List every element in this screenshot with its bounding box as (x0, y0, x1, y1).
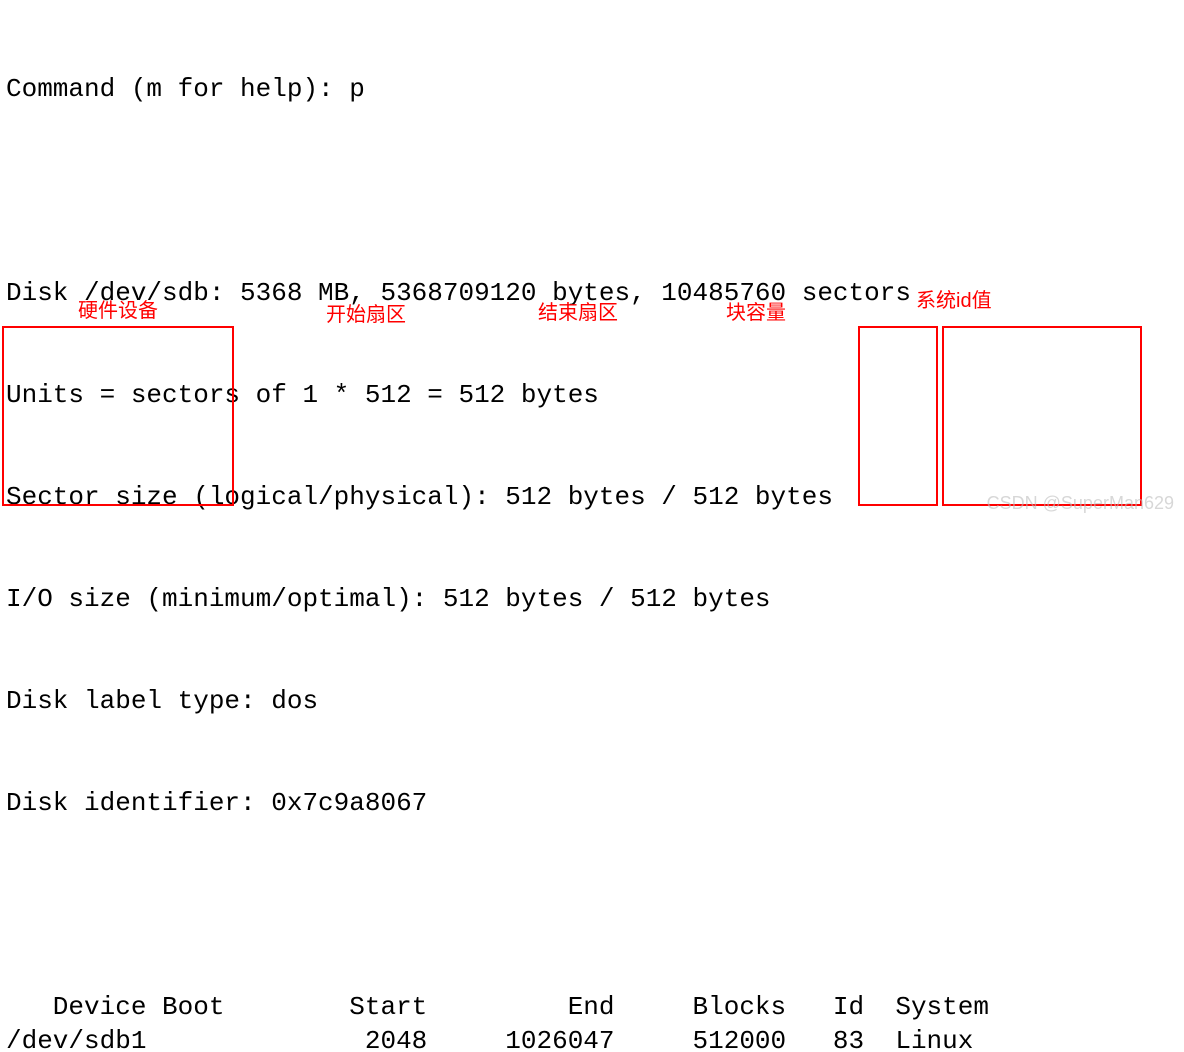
annot-id: 系统id值 (916, 284, 992, 318)
watermark: CSDN @SuperMan629 (987, 486, 1174, 520)
box-system (942, 326, 1142, 506)
table-row: /dev/sdb1 2048 1026047 512000 83 Linux (6, 1024, 1178, 1052)
disk-info-line: Disk identifier: 0x7c9a8067 (6, 786, 1178, 820)
blank-line (6, 888, 1178, 922)
prompt-line: Command (m for help): p (6, 72, 1178, 106)
blank-line (6, 174, 1178, 208)
table-header-row: Device Boot Start End Blocks Id System (6, 990, 1178, 1024)
annot-blocks: 块容量 (726, 296, 786, 330)
disk-info-line: I/O size (minimum/optimal): 512 bytes / … (6, 582, 1178, 616)
annot-start: 开始扇区 (326, 298, 406, 332)
box-device (2, 326, 234, 506)
annot-device: 硬件设备 (78, 294, 158, 328)
annot-end: 结束扇区 (538, 296, 618, 330)
box-id (858, 326, 938, 506)
disk-info-line: Disk label type: dos (6, 684, 1178, 718)
terminal-output: Command (m for help): p Disk /dev/sdb: 5… (0, 0, 1184, 1052)
partition-table: Device Boot Start End Blocks Id System /… (6, 990, 1178, 1052)
